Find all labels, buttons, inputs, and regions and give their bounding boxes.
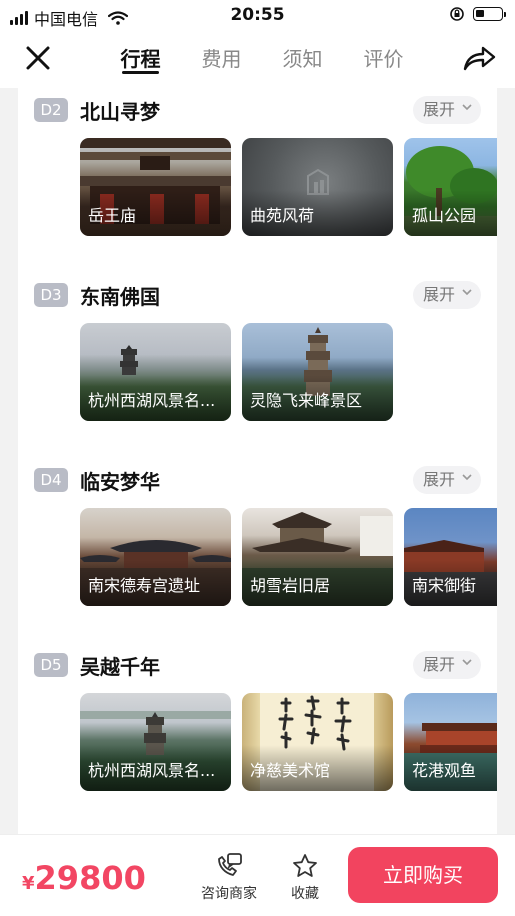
expand-button[interactable]: 展开 xyxy=(413,281,481,309)
chevron-down-icon xyxy=(462,474,472,481)
star-icon xyxy=(293,854,317,877)
spot-card[interactable]: 孤山公园 xyxy=(404,138,497,236)
share-icon[interactable] xyxy=(461,42,497,74)
expand-button[interactable]: 展开 xyxy=(413,466,481,494)
day-block-d3: D3 东南佛国 展开 杭州西湖风景名... 灵隐飞来峰景区 xyxy=(18,273,497,458)
tab-notice[interactable]: 须知 xyxy=(262,30,343,88)
day-block-d2: D2 北山寻梦 展开 岳王庙 曲苑风荷 孤山公园 xyxy=(18,88,497,273)
itinerary-list: D2 北山寻梦 展开 岳王庙 曲苑风荷 孤山公园 D3 东南佛国 展开 杭州西湖… xyxy=(18,88,497,834)
tab-itinerary[interactable]: 行程 xyxy=(100,30,181,88)
trip-detail-screen: 中国电信 20:55 行程 费用 须知 评价 D2 北山寻梦 展开 岳王庙 曲苑… xyxy=(0,0,515,916)
day-title: 北山寻梦 xyxy=(80,100,160,124)
battery-level xyxy=(476,10,485,17)
chevron-down-icon xyxy=(462,289,472,296)
tab-fees[interactable]: 费用 xyxy=(181,30,262,88)
bottom-action-bar: ¥29800 咨询商家 收藏 立即购买 xyxy=(0,834,515,916)
day-block-d4: D4 临安梦华 展开 南宋德寿宫遗址 胡雪岩旧居 南宋御街 xyxy=(18,458,497,643)
expand-label: 展开 xyxy=(423,285,456,304)
spot-card[interactable]: 灵隐飞来峰景区 xyxy=(242,323,393,421)
spot-card[interactable]: 胡雪岩旧居 xyxy=(242,508,393,606)
status-bar: 中国电信 20:55 xyxy=(0,0,515,30)
expand-button[interactable]: 展开 xyxy=(413,651,481,679)
spot-card[interactable]: 南宋德寿宫遗址 xyxy=(80,508,231,606)
spot-name: 杭州西湖风景名... xyxy=(88,761,216,780)
nav-bar: 行程 费用 须知 评价 xyxy=(0,30,515,88)
day-title: 临安梦华 xyxy=(80,470,160,494)
expand-label: 展开 xyxy=(423,655,456,674)
tab-reviews[interactable]: 评价 xyxy=(343,30,424,88)
day-title: 东南佛国 xyxy=(80,285,160,309)
spot-name: 南宋德寿宫遗址 xyxy=(88,576,201,595)
spot-name: 孤山公园 xyxy=(412,206,477,225)
chevron-down-icon xyxy=(462,659,472,666)
spot-card[interactable]: 花港观鱼 xyxy=(404,693,497,791)
battery-icon xyxy=(473,7,506,21)
favorite-button[interactable]: 收藏 xyxy=(285,853,325,903)
chat-phone-icon xyxy=(218,853,242,876)
day-badge: D5 xyxy=(34,653,68,677)
expand-label: 展开 xyxy=(423,470,456,489)
day-badge: D3 xyxy=(34,283,68,307)
expand-button[interactable]: 展开 xyxy=(413,96,481,124)
spot-card[interactable]: 曲苑风荷 xyxy=(242,138,393,236)
spot-card[interactable]: 岳王庙 xyxy=(80,138,231,236)
spot-name: 南宋御街 xyxy=(412,576,477,595)
consult-merchant-button[interactable]: 咨询商家 xyxy=(200,853,258,903)
close-icon[interactable] xyxy=(22,42,54,74)
status-right xyxy=(449,6,506,22)
expand-label: 展开 xyxy=(423,100,456,119)
spot-name: 曲苑风荷 xyxy=(250,206,315,225)
buy-now-button[interactable]: 立即购买 xyxy=(348,847,498,903)
spot-card[interactable]: 杭州西湖风景名... xyxy=(80,693,231,791)
orientation-lock-icon xyxy=(450,7,464,21)
favorite-label: 收藏 xyxy=(291,886,319,902)
day-title: 吴越千年 xyxy=(80,655,160,679)
chevron-down-icon xyxy=(462,104,472,111)
day-badge: D4 xyxy=(34,468,68,492)
price: ¥29800 xyxy=(22,859,146,897)
spot-name: 花港观鱼 xyxy=(412,761,477,780)
status-time: 20:55 xyxy=(230,5,285,25)
price-value: 29800 xyxy=(34,859,146,897)
consult-label: 咨询商家 xyxy=(201,886,257,902)
tab-bar: 行程 费用 须知 评价 xyxy=(100,30,424,88)
day-block-d5: D5 吴越千年 展开 杭州西湖风景名... 净慈美术馆 花港观鱼 xyxy=(18,643,497,828)
spot-card[interactable]: 南宋御街 xyxy=(404,508,497,606)
price-currency: ¥ xyxy=(22,873,35,894)
day-badge: D2 xyxy=(34,98,68,122)
spot-name: 杭州西湖风景名... xyxy=(88,391,216,410)
spot-name: 胡雪岩旧居 xyxy=(250,576,331,595)
spot-card[interactable]: 杭州西湖风景名... xyxy=(80,323,231,421)
spot-name: 净慈美术馆 xyxy=(250,761,331,780)
spot-name: 岳王庙 xyxy=(88,206,137,225)
spot-card[interactable]: 净慈美术馆 xyxy=(242,693,393,791)
spot-name: 灵隐飞来峰景区 xyxy=(250,391,363,410)
